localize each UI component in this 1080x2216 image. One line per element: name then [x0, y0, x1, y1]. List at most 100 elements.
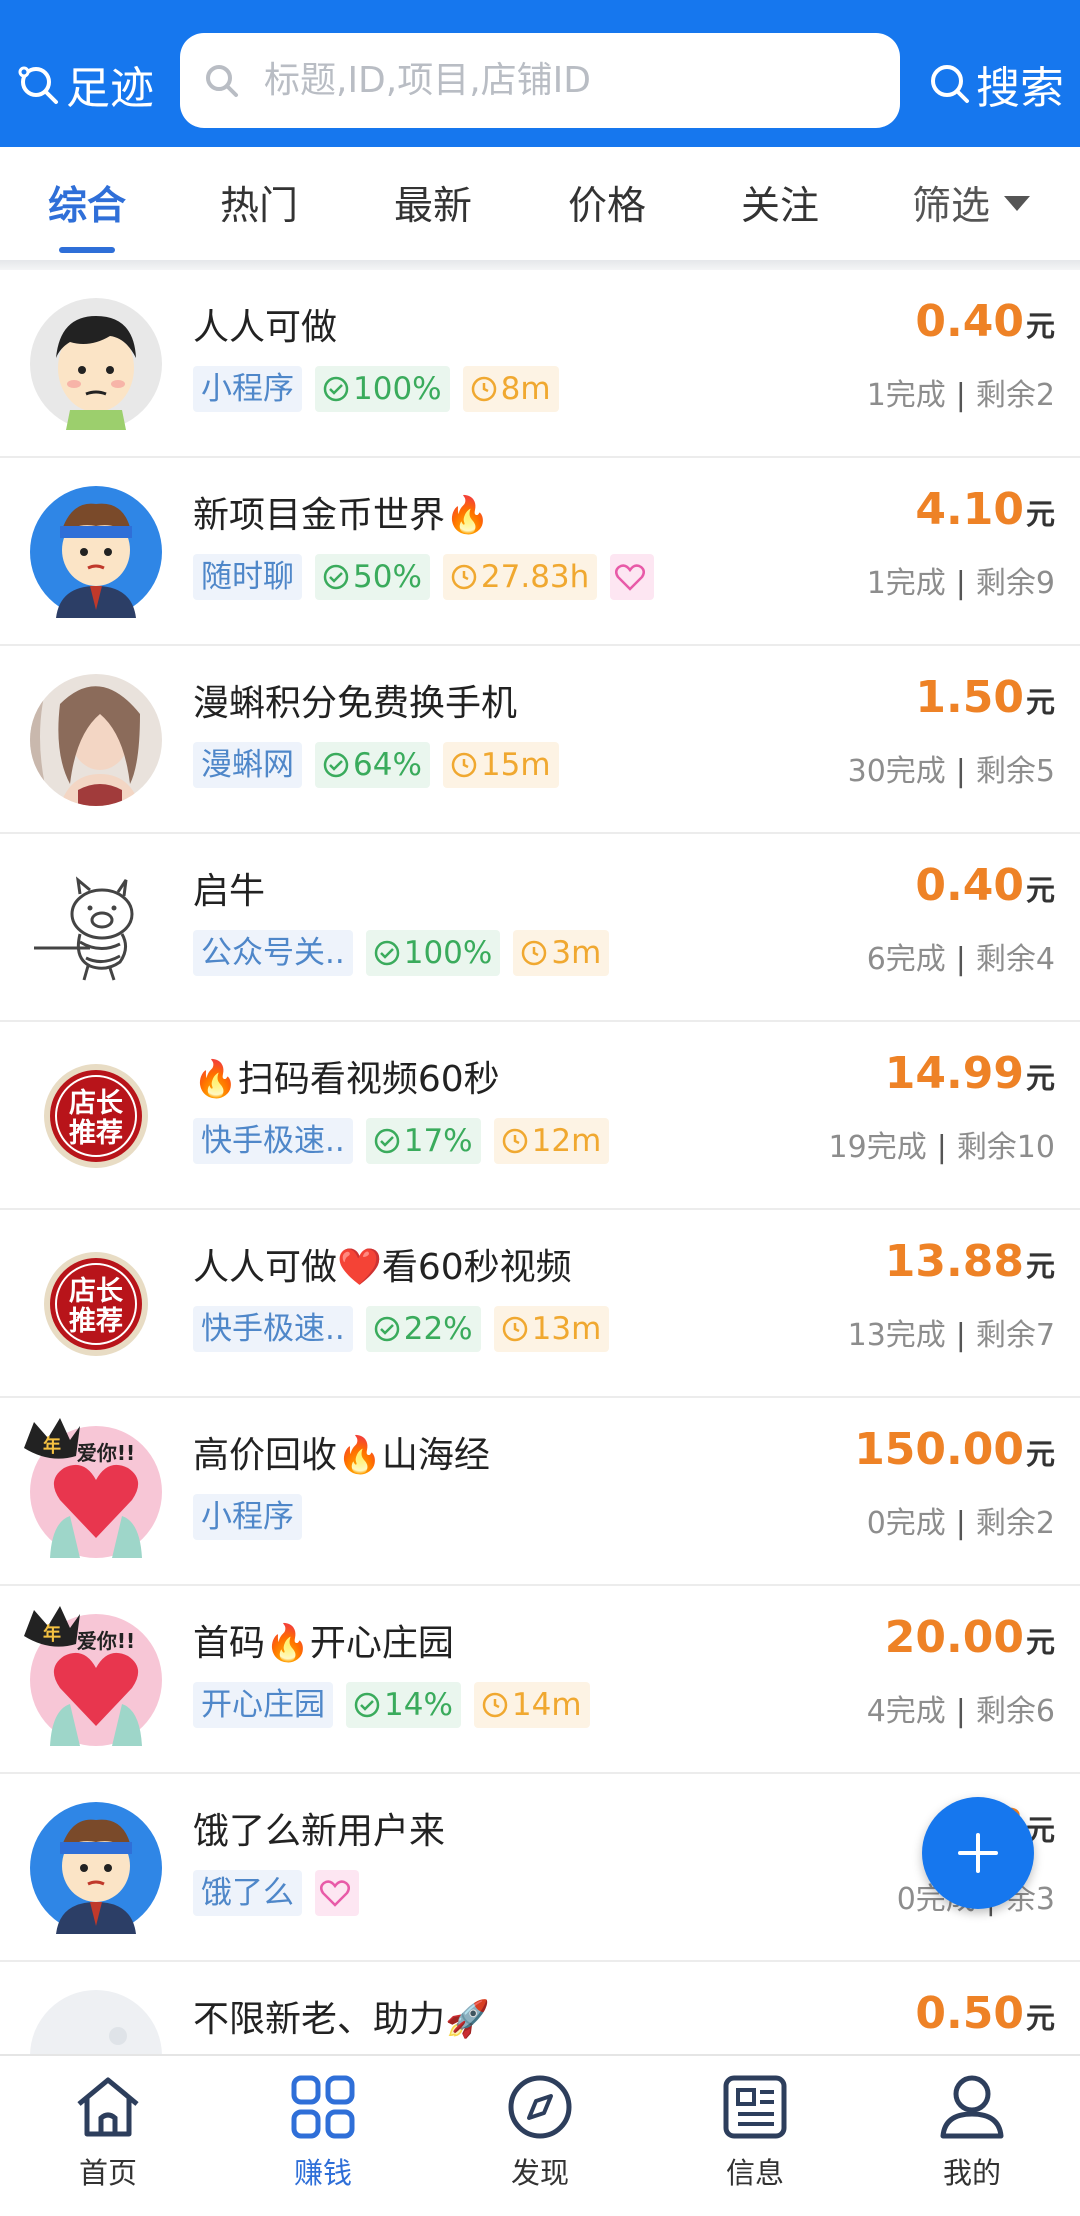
check-circle-icon — [374, 1316, 399, 1342]
task-item[interactable]: 爱你!! 年 首码🔥开心庄园 开心庄园 14% 14m 20.00元 4完成 | 剩… — [0, 1586, 1080, 1774]
clock-icon — [471, 376, 496, 402]
footprint-icon — [18, 66, 58, 104]
nav-label: 首页 — [78, 2156, 137, 2190]
avatar-text: 爱你!! — [77, 1629, 135, 1653]
clock-icon — [522, 940, 547, 966]
caret-down-icon — [1004, 195, 1031, 211]
task-item[interactable]: 饿了么新用户来 饿了么 3元 0完成|余3 — [0, 1774, 1080, 1962]
task-price: 14.99元 — [884, 1048, 1055, 1099]
badge-text: 推荐 — [69, 1118, 123, 1149]
avatar: 爱你!! 年 — [24, 1418, 162, 1558]
task-title: 新项目金币世界🔥 — [193, 495, 490, 536]
task-stats: 1完成 | 剩余2 — [866, 378, 1055, 413]
grid-icon — [291, 2075, 355, 2139]
success-rate-tag: 22% — [365, 1306, 481, 1352]
nav-discover[interactable]: 发现 — [470, 2074, 610, 2192]
success-rate-tag: 100% — [365, 930, 501, 976]
nav-home[interactable]: 首页 — [38, 2074, 178, 2192]
success-rate-tag: 64% — [315, 742, 430, 788]
nav-earn[interactable]: 赚钱 — [253, 2074, 393, 2192]
tab-price[interactable]: 价格 — [537, 175, 677, 231]
add-task-button[interactable] — [922, 1797, 1034, 1909]
task-stats: 4完成 | 剩余6 — [866, 1694, 1055, 1729]
search-icon — [206, 64, 238, 97]
tab-following[interactable]: 关注 — [710, 175, 850, 231]
user-icon — [940, 2075, 1004, 2139]
avatar — [30, 1802, 162, 1934]
active-tab-indicator — [59, 247, 115, 253]
home-icon — [77, 2077, 139, 2137]
search-button[interactable]: 搜索 — [928, 52, 1064, 116]
task-type-tag: 漫蝌网 — [193, 742, 302, 788]
task-type-tag: 公众号关.. — [193, 930, 353, 976]
task-title: 漫蝌积分免费换手机 — [193, 683, 518, 724]
avatar: 店长 推荐 — [30, 1050, 162, 1182]
success-rate-tag: 100% — [315, 366, 450, 412]
duration-tag: 3m — [513, 930, 610, 976]
task-type-tag: 饿了么 — [193, 1870, 302, 1916]
tab-comprehensive[interactable]: 综合 — [17, 175, 157, 231]
heart-icon — [320, 1880, 350, 1907]
task-item[interactable]: 店长 推荐 人人可做❤️看60秒视频 快手极速.. 22% 13m 13.88元… — [0, 1210, 1080, 1398]
task-item[interactable]: 爱你!! 年 高价回收🔥山海经 小程序 150.00元 0完成 | 剩余2 — [0, 1398, 1080, 1586]
crown-text: 年 — [43, 1435, 61, 1457]
avatar-text: 爱你!! — [77, 1441, 135, 1465]
task-title: 高价回收🔥山海经 — [193, 1435, 490, 1476]
task-type-tag: 开心庄园 — [193, 1682, 333, 1728]
message-icon — [723, 2075, 787, 2139]
filter-dropdown[interactable]: 筛选 — [912, 175, 1031, 231]
task-tags: 漫蝌网 64% 15m — [193, 742, 572, 788]
task-title: 不限新老、助力🚀 — [193, 1999, 490, 2040]
task-stats: 19完成 | 剩余10 — [828, 1130, 1055, 1165]
check-circle-icon — [354, 1692, 380, 1718]
nav-messages[interactable]: 信息 — [685, 2074, 825, 2192]
task-item[interactable]: 新项目金币世界🔥 随时聊 50% 27.83h 4.10元 1完成 | 剩余9 — [0, 458, 1080, 646]
badge-text: 店长 — [69, 1088, 124, 1119]
nav-label: 发现 — [510, 2156, 569, 2190]
task-title: 人人可做 — [193, 307, 338, 348]
duration-tag: 12m — [493, 1118, 610, 1164]
bottom-nav: 首页 赚钱 发现 信息 我的 — [0, 2054, 1080, 2216]
task-item[interactable]: 启牛 公众号关.. 100% 3m 0.40元 6完成 | 剩余4 — [0, 834, 1080, 1022]
task-stats: 1完成 | 剩余9 — [866, 566, 1055, 601]
avatar: 店长 推荐 — [30, 1238, 162, 1370]
task-stats: 30完成 | 剩余5 — [847, 754, 1055, 789]
avatar: 爱你!! 年 — [24, 1606, 162, 1746]
task-item[interactable]: 漫蝌积分免费换手机 漫蝌网 64% 15m 1.50元 30完成 | 剩余5 — [0, 646, 1080, 834]
nav-profile[interactable]: 我的 — [902, 2074, 1042, 2192]
search-input[interactable] — [264, 60, 864, 101]
nav-label: 赚钱 — [293, 2156, 352, 2190]
task-tags: 小程序 — [193, 1494, 315, 1540]
footprint-label: 足迹 — [66, 63, 154, 114]
task-stats: 6完成 | 剩余4 — [866, 942, 1055, 977]
divider — [0, 260, 1080, 270]
nav-label: 我的 — [942, 2156, 1001, 2190]
task-price: 4.10元 — [915, 484, 1055, 535]
task-title: 启牛 — [193, 871, 266, 912]
check-circle-icon — [374, 1128, 399, 1154]
tab-hot[interactable]: 热门 — [189, 175, 329, 231]
sort-tabs: 综合 热门 最新 价格 关注 筛选 — [0, 147, 1080, 262]
task-price: 0.50元 — [915, 1988, 1055, 2039]
task-stats: 13完成 | 剩余7 — [847, 1318, 1055, 1353]
task-title: 人人可做❤️看60秒视频 — [193, 1247, 572, 1288]
duration-tag: 27.83h — [442, 554, 598, 600]
task-price: 150.00元 — [854, 1424, 1055, 1475]
check-circle-icon — [374, 940, 399, 966]
task-price: 13.88元 — [884, 1236, 1055, 1287]
tab-latest[interactable]: 最新 — [363, 175, 503, 231]
clock-icon — [502, 1316, 527, 1342]
clock-icon — [451, 752, 477, 778]
favorite-tag[interactable] — [315, 1870, 359, 1916]
task-type-tag: 小程序 — [193, 366, 302, 412]
task-item[interactable]: 人人可做 小程序 100% 8m 0.40元 1完成 | 剩余2 — [0, 270, 1080, 458]
avatar — [30, 486, 162, 618]
footprint-button[interactable]: 足迹 — [16, 52, 154, 116]
success-rate-tag: 14% — [346, 1682, 461, 1728]
task-item[interactable]: 店长 推荐 🔥扫码看视频60秒 快手极速.. 17% 12m 14.99元 19… — [0, 1022, 1080, 1210]
task-price: 20.00元 — [884, 1612, 1055, 1663]
search-bar[interactable] — [180, 33, 900, 128]
favorite-tag[interactable] — [610, 554, 655, 600]
compass-icon — [508, 2075, 572, 2139]
task-tags: 小程序 100% 8m — [193, 366, 572, 412]
